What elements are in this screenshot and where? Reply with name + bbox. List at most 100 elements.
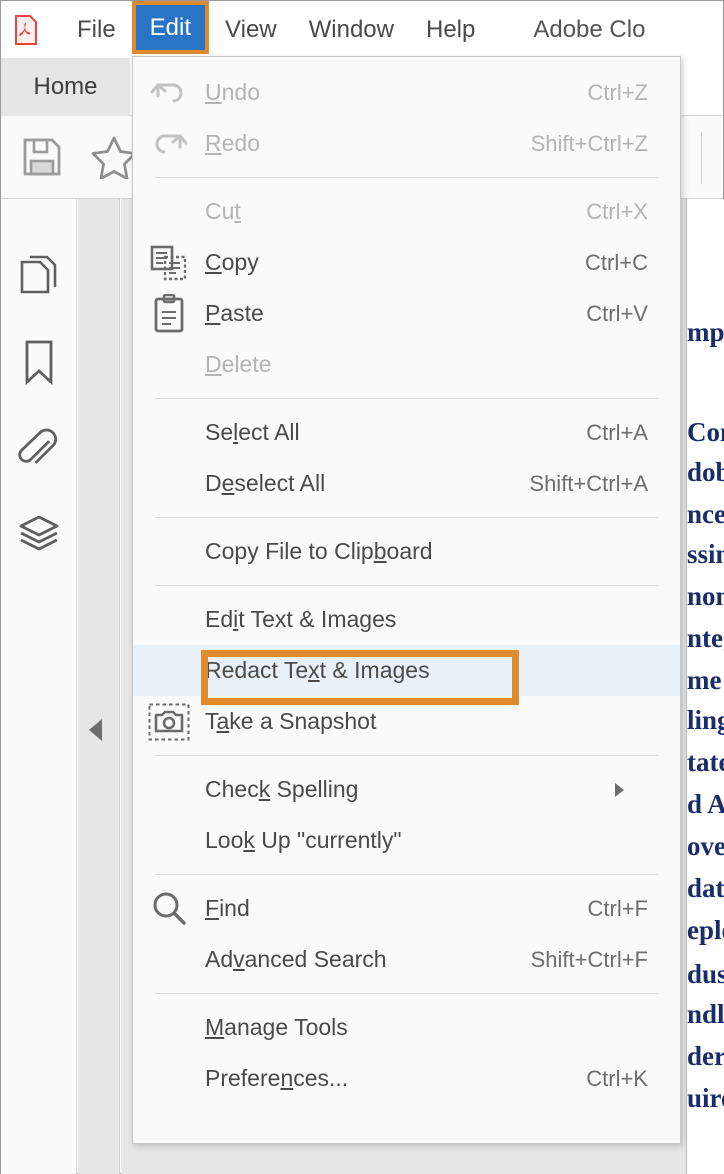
layers-icon — [17, 512, 61, 556]
layers-button[interactable] — [1, 491, 77, 577]
menu-separator — [155, 993, 658, 994]
document-text-fragment: dus — [687, 959, 724, 990]
save-button[interactable] — [11, 126, 73, 188]
menu-item-label: Undo — [205, 79, 588, 106]
document-text-fragment: Cont — [687, 417, 724, 448]
menu-item-shortcut: Ctrl+F — [588, 896, 649, 922]
menu-item-edit-text-images[interactable]: Edit Text & Images — [133, 594, 680, 645]
menu-item-label: Advanced Search — [205, 946, 531, 973]
menu-item-shortcut: Shift+Ctrl+Z — [531, 131, 648, 157]
document-text-fragment: mpl — [687, 317, 724, 348]
menubar-label-adobe-cloud: Adobe Clo — [533, 16, 645, 43]
redo-arrow-icon — [133, 127, 205, 161]
menubar-label-edit: Edit — [150, 14, 191, 41]
menu-item-shortcut: Shift+Ctrl+F — [531, 947, 648, 973]
tab-home-label: Home — [33, 73, 97, 101]
menu-item-cut: CutCtrl+X — [133, 186, 680, 237]
document-text-fragment: d A — [687, 789, 724, 820]
menu-item-preferences[interactable]: Preferences...Ctrl+K — [133, 1053, 680, 1104]
menu-item-redo: RedoShift+Ctrl+Z — [133, 118, 680, 169]
edit-dropdown-menu: UndoCtrl+ZRedoShift+Ctrl+ZCutCtrl+XCopyC… — [132, 56, 681, 1144]
document-text-fragment: uire — [687, 1083, 724, 1114]
adobe-acrobat-pdf-icon — [13, 14, 39, 46]
menu-item-copy-file-to-clipboard[interactable]: Copy File to Clipboard — [133, 526, 680, 577]
menu-item-label: Check Spelling — [205, 776, 615, 803]
attachments-button[interactable] — [1, 405, 77, 491]
document-text-fragment: ndl — [687, 999, 724, 1030]
camera-snapshot-icon — [133, 703, 205, 741]
page-thumbnails-button[interactable] — [1, 233, 77, 319]
menu-item-check-spelling[interactable]: Check Spelling — [133, 764, 680, 815]
menu-item-redact-text-images[interactable]: Redact Text & Images — [133, 645, 680, 696]
document-text-fragment: tate — [687, 747, 724, 778]
menu-item-select-all[interactable]: Select AllCtrl+A — [133, 407, 680, 458]
paste-clipboard-icon — [133, 294, 205, 334]
document-text-fragment: ssin — [687, 539, 724, 570]
menubar-item-file[interactable]: File — [61, 8, 132, 52]
menu-separator — [155, 517, 658, 518]
menu-item-paste[interactable]: PasteCtrl+V — [133, 288, 680, 339]
menu-item-label: Select All — [205, 419, 586, 446]
document-text-fragment: nteg — [687, 623, 724, 654]
panel-collapse-strip[interactable] — [78, 199, 120, 1174]
pdf-page: mplContdobencessinnonntegmelingtated Aov… — [686, 199, 724, 1174]
menubar-label-view: View — [225, 16, 277, 43]
floppy-disk-icon — [21, 136, 63, 178]
pages-icon — [19, 254, 59, 298]
menu-item-label: Edit Text & Images — [205, 606, 680, 633]
menu-item-shortcut: Ctrl+V — [586, 301, 648, 327]
menu-item-label: Copy File to Clipboard — [205, 538, 680, 565]
menu-item-advanced-search[interactable]: Advanced SearchShift+Ctrl+F — [133, 934, 680, 985]
menu-item-take-a-snapshot[interactable]: Take a Snapshot — [133, 696, 680, 747]
menu-item-shortcut: Ctrl+C — [585, 250, 648, 276]
undo-arrow-icon — [133, 76, 205, 110]
menu-item-undo: UndoCtrl+Z — [133, 67, 680, 118]
menu-item-label: Find — [205, 895, 588, 922]
menubar-item-edit[interactable]: Edit — [132, 1, 209, 54]
menu-bar: File Edit View Window Help Adobe Clo — [1, 1, 723, 58]
document-text-fragment: date — [687, 873, 724, 904]
menubar-item-adobe-cloud[interactable]: Adobe Clo — [517, 8, 661, 52]
menu-item-find[interactable]: FindCtrl+F — [133, 883, 680, 934]
document-text-fragment: dobe — [687, 457, 724, 488]
menu-item-shortcut: Ctrl+A — [586, 420, 648, 446]
menu-item-label: Look Up "currently" — [205, 827, 680, 854]
menu-item-look-up-currently[interactable]: Look Up "currently" — [133, 815, 680, 866]
star-icon — [91, 135, 137, 179]
menubar-item-view[interactable]: View — [209, 8, 293, 52]
bookmark-icon — [22, 339, 56, 385]
menu-item-label: Paste — [205, 300, 586, 327]
menubar-item-help[interactable]: Help — [410, 8, 491, 52]
menu-item-shortcut: Ctrl+X — [586, 199, 648, 225]
menubar-label-window: Window — [309, 16, 394, 43]
copy-icon — [133, 244, 205, 282]
menu-separator — [155, 755, 658, 756]
menu-separator — [155, 585, 658, 586]
paperclip-icon — [17, 426, 61, 470]
menu-item-shortcut: Shift+Ctrl+A — [529, 471, 648, 497]
document-text-fragment: ove — [687, 831, 724, 862]
menu-separator — [155, 874, 658, 875]
menubar-label-help: Help — [426, 16, 475, 43]
menubar-label-file: File — [77, 16, 116, 43]
menu-item-delete: Delete — [133, 339, 680, 390]
acrobat-window: mplContdobencessinnonntegmelingtated Aov… — [0, 0, 724, 1174]
menu-item-label: Redact Text & Images — [205, 657, 680, 684]
triangle-left-icon[interactable] — [89, 719, 102, 741]
menu-item-label: Manage Tools — [205, 1014, 680, 1041]
menu-item-label: Take a Snapshot — [205, 708, 680, 735]
menu-item-deselect-all[interactable]: Deselect AllShift+Ctrl+A — [133, 458, 680, 509]
bookmarks-button[interactable] — [1, 319, 77, 405]
tab-home[interactable]: Home — [1, 58, 130, 116]
menu-item-label: Redo — [205, 130, 531, 157]
menu-separator — [155, 177, 658, 178]
navigation-rail — [1, 199, 77, 1174]
menu-item-shortcut: Ctrl+Z — [588, 80, 649, 106]
menu-item-manage-tools[interactable]: Manage Tools — [133, 1002, 680, 1053]
toolbar-divider — [701, 132, 702, 184]
menu-item-copy[interactable]: CopyCtrl+C — [133, 237, 680, 288]
menu-item-label: Delete — [205, 351, 680, 378]
menubar-item-window[interactable]: Window — [293, 8, 410, 52]
menu-item-label: Deselect All — [205, 470, 529, 497]
menu-item-label: Preferences... — [205, 1065, 586, 1092]
